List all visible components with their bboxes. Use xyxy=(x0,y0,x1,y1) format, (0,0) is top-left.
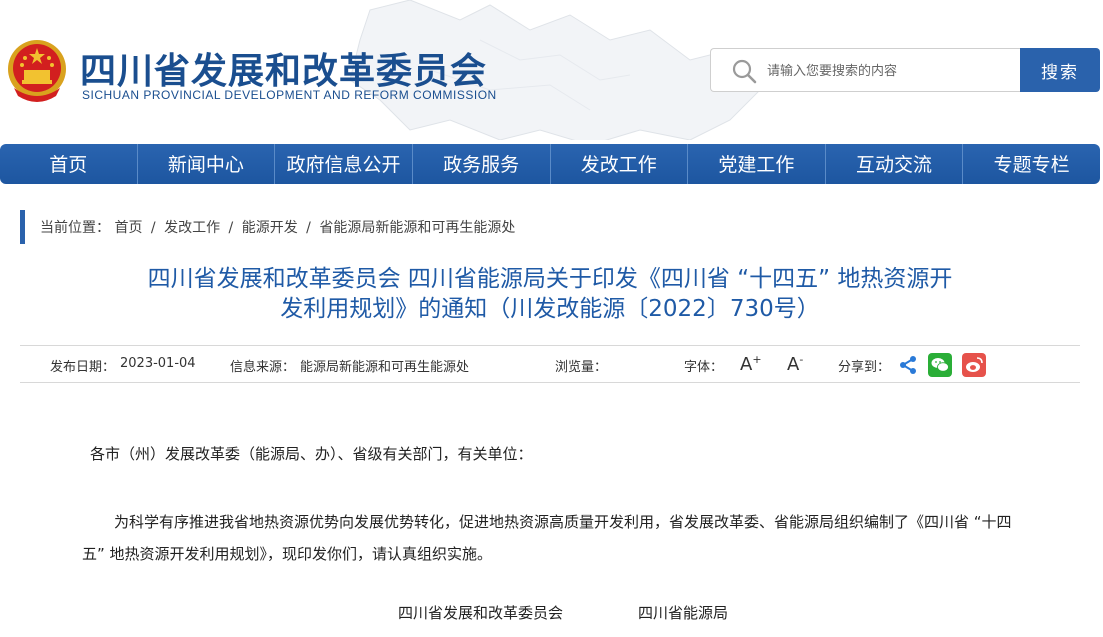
breadcrumb-item-work[interactable]: 发改工作 xyxy=(164,220,220,236)
article-meta-bar: 发布日期： 2023-01-04 信息来源： 能源局新能源和可再生能源处 浏览量… xyxy=(20,345,1080,383)
site-title: 四川省发展和改革委员会 xyxy=(80,51,488,92)
search-icon xyxy=(732,59,757,84)
plus-icon: + xyxy=(752,353,762,366)
views-label: 浏览量： xyxy=(555,360,608,375)
share-icon[interactable] xyxy=(896,353,920,377)
site-subtitle: SICHUAN PROVINCIAL DEVELOPMENT AND REFOR… xyxy=(82,88,497,102)
article-title-line-2: 发利用规划》的通知（川发改能源〔2022〕730号） xyxy=(280,296,820,322)
source-value: 能源局新能源和可再生能源处 xyxy=(300,360,470,375)
font-smaller-button[interactable]: A- xyxy=(787,353,803,375)
font-smaller-glyph: A xyxy=(787,354,800,375)
main-nav: 首页 新闻中心 政府信息公开 政务服务 发改工作 党建工作 互动交流 专题专栏 xyxy=(0,144,1100,184)
article-title-line-1: 四川省发展和改革委员会 四川省能源局关于印发《四川省 “十四五” 地热资源开 xyxy=(147,266,953,292)
source-label: 信息来源： xyxy=(230,360,296,375)
search-button[interactable]: 搜索 xyxy=(1020,48,1100,92)
nav-item-interaction[interactable]: 互动交流 xyxy=(826,144,964,184)
publish-date-label: 发布日期： xyxy=(50,360,116,375)
article-salutation: 各市（州）发展改革委（能源局、办）、省级有关部门，有关单位： xyxy=(90,445,533,463)
search-box xyxy=(710,48,1020,92)
nav-item-work[interactable]: 发改工作 xyxy=(551,144,689,184)
signature-energy-bureau: 四川省能源局 xyxy=(638,604,729,622)
article-paragraph: 为科学有序推进我省地热资源优势向发展优势转化，促进地热资源高质量开发利用，省发展… xyxy=(82,513,1012,563)
nav-item-services[interactable]: 政务服务 xyxy=(413,144,551,184)
breadcrumb: 当前位置： 首页 / 发改工作 / 能源开发 / 省能源局新能源和可再生能源处 xyxy=(20,210,515,244)
weibo-icon[interactable] xyxy=(962,353,986,377)
nav-item-topics[interactable]: 专题专栏 xyxy=(963,144,1100,184)
font-larger-glyph: A xyxy=(740,354,753,375)
article-title: 四川省发展和改革委员会 四川省能源局关于印发《四川省 “十四五” 地热资源开 发… xyxy=(60,264,1040,324)
minus-icon: - xyxy=(799,353,804,366)
national-emblem-icon xyxy=(8,40,66,102)
font-larger-button[interactable]: A+ xyxy=(740,353,762,375)
publish-date: 2023-01-04 xyxy=(120,356,196,371)
breadcrumb-item-energy[interactable]: 能源开发 xyxy=(242,220,298,236)
breadcrumb-prefix: 当前位置： xyxy=(40,220,110,236)
share-label: 分享到： xyxy=(838,360,891,375)
breadcrumb-separator: / xyxy=(306,220,311,236)
nav-item-home[interactable]: 首页 xyxy=(0,144,138,184)
signature-ndrc: 四川省发展和改革委员会 xyxy=(398,604,564,622)
nav-item-party[interactable]: 党建工作 xyxy=(688,144,826,184)
font-size-label: 字体： xyxy=(684,360,724,375)
nav-item-gov-info[interactable]: 政府信息公开 xyxy=(275,144,413,184)
nav-item-news[interactable]: 新闻中心 xyxy=(138,144,276,184)
breadcrumb-separator: / xyxy=(228,220,234,236)
site-header: 四川省发展和改革委员会 SICHUAN PROVINCIAL DEVELOPME… xyxy=(0,0,1103,140)
wechat-icon[interactable] xyxy=(928,353,952,377)
breadcrumb-item-division[interactable]: 省能源局新能源和可再生能源处 xyxy=(319,220,515,236)
breadcrumb-separator: / xyxy=(150,220,156,236)
breadcrumb-item-home[interactable]: 首页 xyxy=(114,220,142,236)
search-input[interactable] xyxy=(767,60,1007,82)
